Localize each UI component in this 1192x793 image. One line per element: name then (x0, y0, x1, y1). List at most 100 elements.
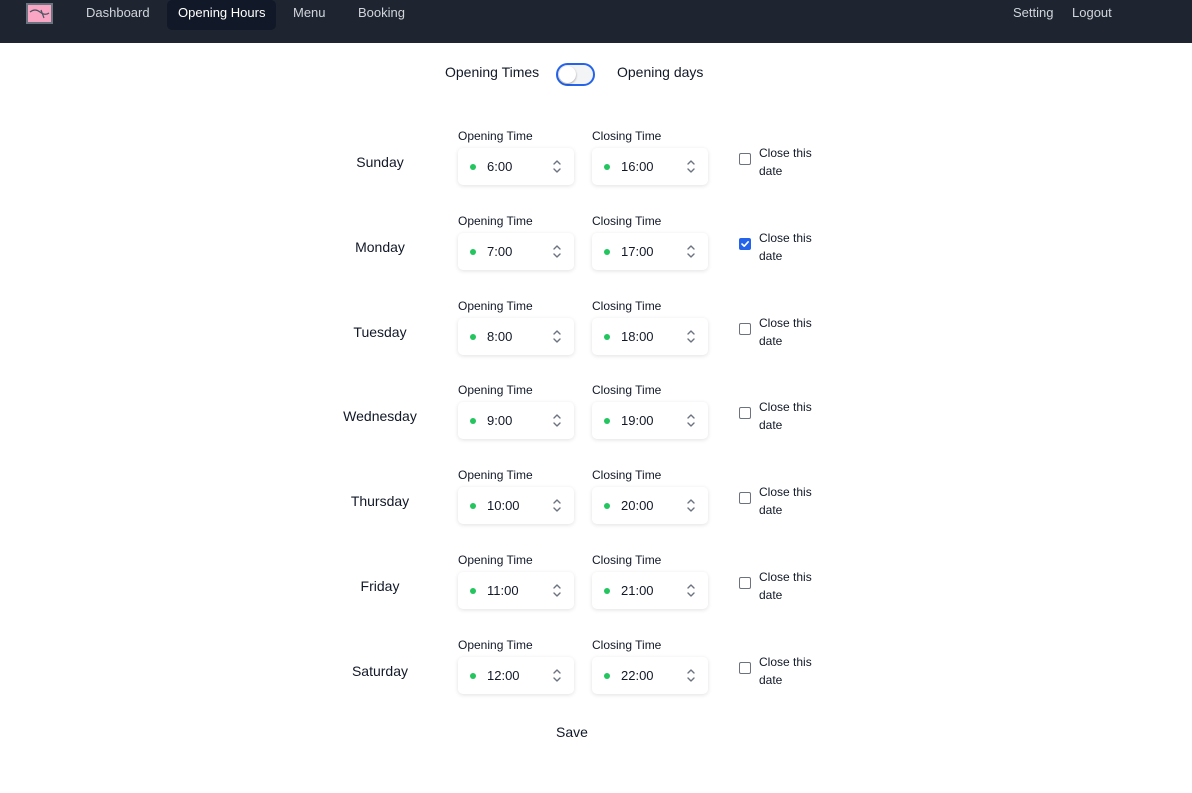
close-date-label: Close this date (759, 400, 812, 432)
close-date-checkbox[interactable] (739, 492, 751, 504)
day-name: Thursday (350, 493, 410, 509)
status-dot-icon (470, 673, 476, 679)
status-dot-icon (604, 249, 610, 255)
day-name: Friday (360, 578, 400, 594)
opening-time-label: Opening Time (458, 553, 533, 567)
chevron-up-down-icon (686, 243, 696, 260)
chevron-up-down-icon (686, 412, 696, 429)
opening-time-select[interactable]: 12:00 (458, 657, 574, 694)
day-row: Saturday Opening Time 12:00 Closing Time 22:… (0, 638, 1192, 718)
save-button[interactable]: Save (545, 720, 599, 744)
close-date-checkbox[interactable] (739, 662, 751, 674)
status-dot-icon (470, 418, 476, 424)
chevron-up-down-icon (686, 582, 696, 599)
status-dot-icon (604, 588, 610, 594)
closing-time-label: Closing Time (592, 638, 662, 652)
opening-time-value: 7:00 (487, 244, 513, 259)
opening-time-select[interactable]: 9:00 (458, 402, 574, 439)
chevron-up-down-icon (686, 497, 696, 514)
opening-time-label: Opening Time (458, 383, 533, 397)
day-row: Monday Opening Time 7:00 Closing Time 17:00 C… (0, 214, 1192, 294)
day-row: Friday Opening Time 11:00 Closing Time 21:00… (0, 553, 1192, 633)
status-dot-icon (470, 503, 476, 509)
day-row: Wednesday Opening Time 9:00 Closing Time 19:… (0, 383, 1192, 463)
nav-setting[interactable]: Setting (1002, 0, 1064, 30)
toggle-knob (559, 66, 576, 83)
closing-time-value: 20:00 (621, 498, 654, 513)
opening-time-value: 12:00 (487, 668, 520, 683)
close-date-label: Close this date (759, 316, 812, 348)
closing-time-label: Closing Time (592, 299, 662, 313)
closing-time-select[interactable]: 19:00 (592, 402, 708, 439)
opening-time-select[interactable]: 7:00 (458, 233, 574, 270)
closing-time-select[interactable]: 22:00 (592, 657, 708, 694)
chevron-up-down-icon (552, 158, 562, 175)
opening-time-value: 9:00 (487, 413, 513, 428)
day-row: Sunday Opening Time 6:00 Closing Time 16:00 C… (0, 129, 1192, 209)
close-date-checkbox[interactable] (739, 407, 751, 419)
day-name: Sunday (356, 154, 404, 170)
close-date-label: Close this date (759, 570, 812, 602)
close-date-label: Close this date (759, 146, 812, 178)
opening-time-select[interactable]: 8:00 (458, 318, 574, 355)
close-date-label: Close this date (759, 655, 812, 687)
status-dot-icon (604, 418, 610, 424)
nav-menu[interactable]: Menu (282, 0, 337, 30)
toggle-label-opening-times: Opening Times (445, 64, 540, 80)
logo-icon[interactable] (26, 3, 53, 24)
closing-time-select[interactable]: 17:00 (592, 233, 708, 270)
closing-time-select[interactable]: 18:00 (592, 318, 708, 355)
opening-time-label: Opening Time (458, 214, 533, 228)
opening-time-select[interactable]: 6:00 (458, 148, 574, 185)
opening-time-value: 6:00 (487, 159, 513, 174)
closing-time-label: Closing Time (592, 553, 662, 567)
opening-time-label: Opening Time (458, 638, 533, 652)
day-name: Saturday (351, 663, 409, 679)
status-dot-icon (604, 334, 610, 340)
day-row: Thursday Opening Time 10:00 Closing Time 20:… (0, 468, 1192, 548)
chevron-up-down-icon (552, 497, 562, 514)
status-dot-icon (604, 673, 610, 679)
close-date-label: Close this date (759, 231, 812, 263)
nav-dashboard[interactable]: Dashboard (75, 0, 161, 30)
closing-time-select[interactable]: 20:00 (592, 487, 708, 524)
closing-time-select[interactable]: 16:00 (592, 148, 708, 185)
chevron-up-down-icon (552, 667, 562, 684)
opening-time-select[interactable]: 11:00 (458, 572, 574, 609)
opening-time-select[interactable]: 10:00 (458, 487, 574, 524)
chevron-up-down-icon (552, 328, 562, 345)
close-date-label: Close this date (759, 485, 812, 517)
chevron-up-down-icon (552, 243, 562, 260)
close-date-checkbox[interactable] (739, 323, 751, 335)
closing-time-select[interactable]: 21:00 (592, 572, 708, 609)
closing-time-value: 16:00 (621, 159, 654, 174)
closing-time-value: 17:00 (621, 244, 654, 259)
closing-time-label: Closing Time (592, 214, 662, 228)
nav-logout[interactable]: Logout (1061, 0, 1123, 30)
status-dot-icon (470, 588, 476, 594)
opening-time-label: Opening Time (458, 468, 533, 482)
close-date-checkbox[interactable] (739, 238, 751, 250)
status-dot-icon (604, 164, 610, 170)
close-date-checkbox[interactable] (739, 153, 751, 165)
closing-time-label: Closing Time (592, 468, 662, 482)
closing-time-label: Closing Time (592, 129, 662, 143)
status-dot-icon (604, 503, 610, 509)
nav-booking[interactable]: Booking (347, 0, 416, 30)
closing-time-label: Closing Time (592, 383, 662, 397)
closing-time-value: 21:00 (621, 583, 654, 598)
opening-time-value: 10:00 (487, 498, 520, 513)
opening-time-value: 8:00 (487, 329, 513, 344)
closing-time-value: 19:00 (621, 413, 654, 428)
close-date-checkbox[interactable] (739, 577, 751, 589)
closing-time-value: 18:00 (621, 329, 654, 344)
nav-opening-hours[interactable]: Opening Hours (167, 0, 277, 30)
status-dot-icon (470, 334, 476, 340)
chevron-up-down-icon (552, 582, 562, 599)
view-toggle-switch[interactable] (556, 63, 595, 86)
chevron-up-down-icon (686, 328, 696, 345)
status-dot-icon (470, 164, 476, 170)
opening-time-label: Opening Time (458, 299, 533, 313)
chevron-up-down-icon (552, 412, 562, 429)
opening-time-label: Opening Time (458, 129, 533, 143)
